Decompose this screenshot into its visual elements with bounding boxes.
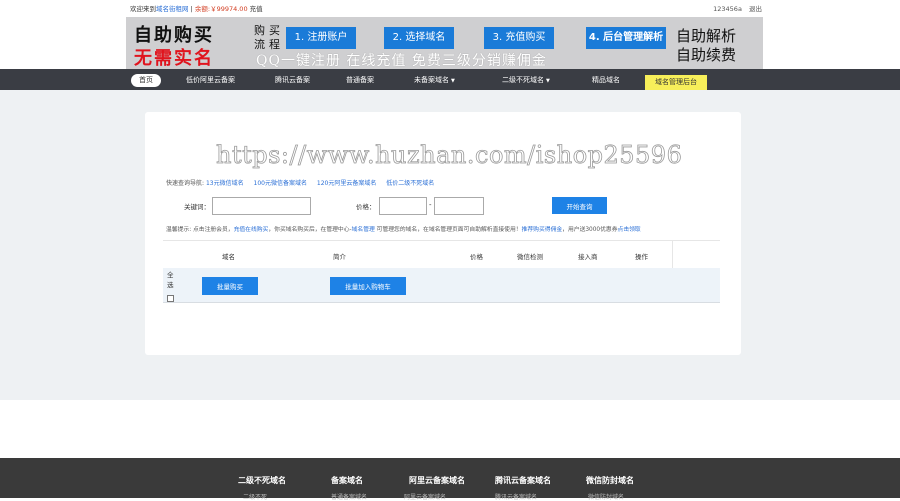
tip-middle: ，你买域名购买后，在管理中心- <box>268 227 352 233</box>
th-intro: 简介 <box>333 253 346 261</box>
welcome-prefix: 欢迎来到 <box>130 5 156 13</box>
balance-label: 余额: <box>194 5 211 13</box>
price-dash: - <box>429 201 432 209</box>
quick-link-aliyun[interactable]: 120元阿里云备案域名 <box>317 180 376 187</box>
th-domain: 域名 <box>222 253 235 261</box>
quick-link-wechat[interactable]: 13元微信域名 <box>206 180 244 187</box>
quick-link-subdomain[interactable]: 低价二级不死域名 <box>386 180 434 187</box>
step-4: 4. 后台管理解析 <box>586 27 666 49</box>
banner-slogan: QQ一键注册 在线充值 免费三级分销赚佣金 <box>256 53 547 69</box>
th-action: 操作 <box>635 253 648 261</box>
footer-col-wechat[interactable]: 微信防封域名 <box>586 475 634 486</box>
tip-recharge-link[interactable]: 充值在线购买 <box>234 227 269 233</box>
price-max-input[interactable] <box>434 197 484 215</box>
nav-subdomain[interactable]: 二级不死域名 ▼ <box>502 74 550 87</box>
recharge-link[interactable]: 充值 <box>250 5 263 13</box>
tip-coupon-link[interactable]: 点击领取 <box>618 227 641 233</box>
banner-right-1: 自助解析 <box>676 27 737 45</box>
table-action-row: 全选 批量购买 批量加入购物车 <box>163 268 720 303</box>
tip-suffix: ，用户送3000优惠券 <box>562 227 618 233</box>
keyword-input[interactable] <box>212 197 311 215</box>
tip-prefix: 温馨提示: 点击注册会员， <box>166 227 234 233</box>
chevron-down-icon: ▼ <box>451 78 455 84</box>
step-3: 3. 充值购买 <box>484 27 554 49</box>
search-button[interactable]: 开始查询 <box>552 197 607 214</box>
tip-domain-manage-link[interactable]: 域名管理 <box>352 227 375 233</box>
tip-text: 温馨提示: 点击注册会员，充值在线购买，你买域名购买后，在管理中心-域名管理 可… <box>166 224 641 233</box>
nav-unfiled-domains[interactable]: 未备案域名 ▼ <box>414 74 455 87</box>
banner-right-2: 自助续费 <box>676 46 737 64</box>
bulk-buy-button[interactable]: 批量购买 <box>202 277 258 295</box>
quick-nav-label: 快速查询导航: <box>166 180 205 187</box>
top-bar: 欢迎来到域名街租网 | 余额:￥99974.00 充值 123456a 退出 <box>0 0 900 17</box>
banner-headline-2: 无需实名 <box>134 48 214 69</box>
nav-aliyun-beian[interactable]: 低价阿里云备案 <box>186 74 235 87</box>
logout-link[interactable]: 退出 <box>749 5 762 13</box>
watermark-text: https://www.huzhan.com/ishop25596 <box>216 141 683 170</box>
price-label: 价格： <box>356 203 376 211</box>
nav-home[interactable]: 首页 <box>131 74 161 87</box>
th-price: 价格 <box>470 253 483 261</box>
bulk-add-cart-button[interactable]: 批量加入购物车 <box>330 277 406 295</box>
tip-commission-link[interactable]: 推荐购买得佣金 <box>522 227 563 233</box>
footer: 二级不死域名 备案域名 阿里云备案域名 腾讯云备案域名 微信防封域名 二级不死 … <box>0 458 900 501</box>
footer-sub-wechat[interactable]: 微信防封域名 <box>588 492 624 501</box>
balance-value: ￥99974.00 <box>210 5 248 13</box>
table-header: 域名 简介 价格 微信检测 接入商 操作 <box>163 240 720 269</box>
footer-sub-tencent[interactable]: 腾讯云备案域名 <box>495 492 537 501</box>
quick-link-100[interactable]: 100元微信备案域名 <box>254 180 307 187</box>
footer-col-tencent[interactable]: 腾讯云备案域名 <box>495 475 551 486</box>
nav-tencent-beian[interactable]: 腾讯云备案 <box>275 74 310 87</box>
keyword-label: 关键词： <box>184 203 210 211</box>
nav-unfiled-label: 未备案域名 <box>414 76 449 84</box>
site-name-link[interactable]: 域名街租网 <box>156 5 189 13</box>
separator: | <box>190 5 193 13</box>
nav-normal-beian[interactable]: 普通备案 <box>346 74 374 87</box>
promo-banner[interactable]: 自助购买 无需实名 购买流程 1. 注册账户 2. 选择域名 3. 充值购买 4… <box>126 17 763 69</box>
main-nav: 首页 低价阿里云备案 腾讯云备案 普通备案 未备案域名 ▼ 二级不死域名 ▼ 精品域… <box>0 69 900 90</box>
tip-middle-2: 可管理您的域名，在域名管理页面可自助解析直接使用！ <box>374 227 522 233</box>
footer-col-subdomain[interactable]: 二级不死域名 <box>238 475 286 486</box>
footer-sub-beian[interactable]: 普通备案域名 <box>331 492 367 501</box>
flow-label: 购买流程 <box>254 24 284 51</box>
select-all-label: 全选 <box>167 271 174 289</box>
username-link[interactable]: 123456a <box>713 5 742 13</box>
step-1: 1. 注册账户 <box>286 27 356 49</box>
divider <box>672 241 673 269</box>
footer-sub-aliyun[interactable]: 阿里云备案域名 <box>404 492 446 501</box>
footer-sub-subdomain[interactable]: 二级不死 <box>243 492 267 501</box>
welcome-text: 欢迎来到域名街租网 | 余额:￥99974.00 充值 <box>130 3 263 13</box>
footer-col-beian[interactable]: 备案域名 <box>331 475 363 486</box>
chevron-down-icon: ▼ <box>546 78 550 84</box>
th-provider: 接入商 <box>578 253 598 261</box>
nav-premium[interactable]: 精品域名 <box>592 74 620 87</box>
nav-domain-admin[interactable]: 域名管理后台 <box>645 75 707 90</box>
price-min-input[interactable] <box>379 197 427 215</box>
th-wechat-check: 微信检测 <box>517 253 543 261</box>
step-2: 2. 选择域名 <box>384 27 454 49</box>
quick-nav: 快速查询导航: 13元微信域名 100元微信备案域名 120元阿里云备案域名 低… <box>166 178 434 187</box>
user-area: 123456a 退出 <box>713 3 762 13</box>
footer-col-aliyun[interactable]: 阿里云备案域名 <box>409 475 465 486</box>
nav-subdomain-label: 二级不死域名 <box>502 76 544 84</box>
select-all-checkbox[interactable] <box>167 295 174 302</box>
